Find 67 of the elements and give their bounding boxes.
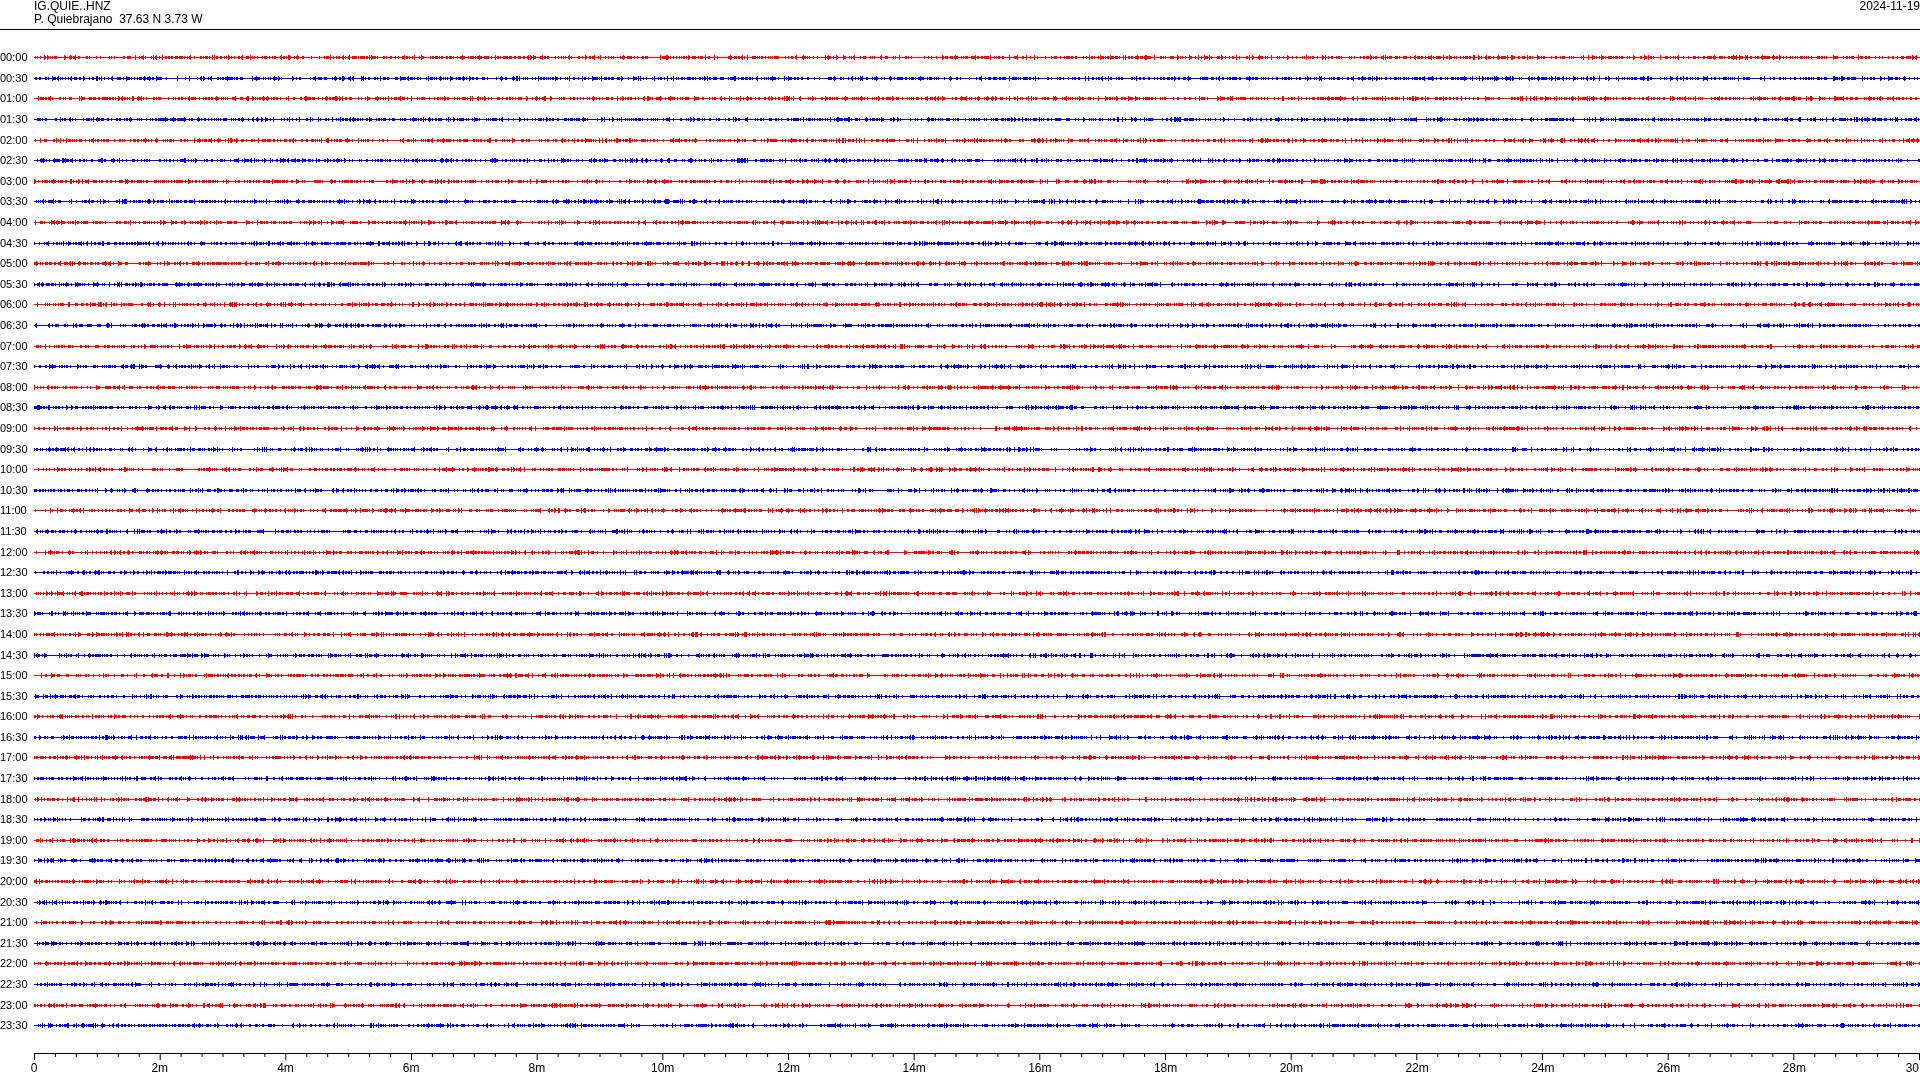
time-label: 01:00 — [0, 92, 29, 105]
time-label: 23:30 — [0, 1019, 29, 1032]
time-label: 11:00 — [0, 504, 28, 517]
time-label: 19:00 — [0, 833, 29, 846]
time-label: 06:00 — [0, 298, 29, 311]
time-label: 17:30 — [0, 772, 29, 785]
time-label: 18:30 — [0, 813, 29, 826]
time-label: 08:30 — [0, 401, 29, 414]
station-code: IG.QUIE..HNZ — [34, 0, 112, 13]
axis-tick-label: 12m — [776, 1060, 801, 1075]
axis-tick-label: 14m — [902, 1060, 926, 1075]
time-label: 06:30 — [0, 319, 29, 331]
time-label: 22:30 — [0, 978, 29, 990]
time-label: 21:30 — [0, 936, 29, 949]
time-label: 01:30 — [0, 113, 29, 126]
time-label: 23:00 — [0, 998, 29, 1011]
time-label: 05:30 — [0, 277, 29, 290]
time-label: 18:00 — [0, 792, 29, 805]
axis-tick-label: 6m — [402, 1060, 420, 1075]
axis-tick-label: 22m — [1405, 1060, 1429, 1075]
time-label: 09:30 — [0, 442, 29, 455]
axis-tick-label: 4m — [277, 1060, 294, 1075]
time-label: 07:30 — [0, 360, 29, 373]
time-label: 15:30 — [0, 689, 29, 702]
axis-tick-label: 2m — [151, 1060, 169, 1075]
axis-tick-label: 10m — [651, 1060, 675, 1075]
axis-tick-label: 16m — [1028, 1060, 1052, 1075]
time-label: 17:00 — [0, 751, 29, 764]
time-label: 20:30 — [0, 895, 29, 908]
time-label: 14:00 — [0, 627, 29, 640]
time-label: 08:00 — [0, 380, 29, 393]
time-label: 16:00 — [0, 710, 29, 723]
time-label: 00:00 — [0, 51, 29, 64]
axis-tick-label: 0 — [30, 1060, 38, 1075]
time-label: 03:30 — [0, 195, 29, 208]
time-label: 07:00 — [0, 339, 29, 352]
time-label: 00:30 — [0, 71, 29, 84]
time-label: 13:00 — [0, 586, 29, 599]
station-location: P. Quiebrajano 37.63 N 3.73 W — [34, 13, 203, 26]
axis-tick-label: 26m — [1656, 1060, 1681, 1075]
time-label: 19:30 — [0, 854, 29, 867]
time-label: 12:00 — [0, 545, 29, 558]
axis-tick-label: 8m — [528, 1060, 546, 1075]
record-date: 2024-11-19 — [1859, 0, 1920, 13]
time-label: 14:30 — [0, 648, 29, 661]
time-label: 02:30 — [0, 154, 29, 167]
time-label: 04:00 — [0, 216, 29, 229]
time-label: 09:00 — [0, 422, 29, 434]
time-label: 11:30 — [0, 524, 28, 537]
time-label: 20:00 — [0, 875, 29, 888]
time-label: 12:30 — [0, 566, 29, 579]
axis-tick-label: 28m — [1782, 1060, 1806, 1075]
axis-tick-label: 24m — [1531, 1060, 1555, 1075]
time-label: 04:30 — [0, 236, 29, 249]
time-label: 13:30 — [0, 607, 29, 620]
time-label: 21:00 — [0, 916, 29, 929]
time-label: 22:00 — [0, 957, 29, 970]
time-label: 10:30 — [0, 483, 29, 496]
axis-tick-label: 20m — [1279, 1060, 1303, 1075]
axis-tick-label: 30 — [1905, 1060, 1919, 1075]
time-label: 10:00 — [0, 463, 29, 476]
time-label: 15:00 — [0, 669, 29, 682]
time-label: 05:00 — [0, 257, 29, 270]
axis-tick-label: 18m — [1153, 1060, 1178, 1075]
time-label: 02:00 — [0, 133, 29, 146]
time-label: 03:00 — [0, 174, 29, 187]
time-label: 16:30 — [0, 730, 29, 743]
